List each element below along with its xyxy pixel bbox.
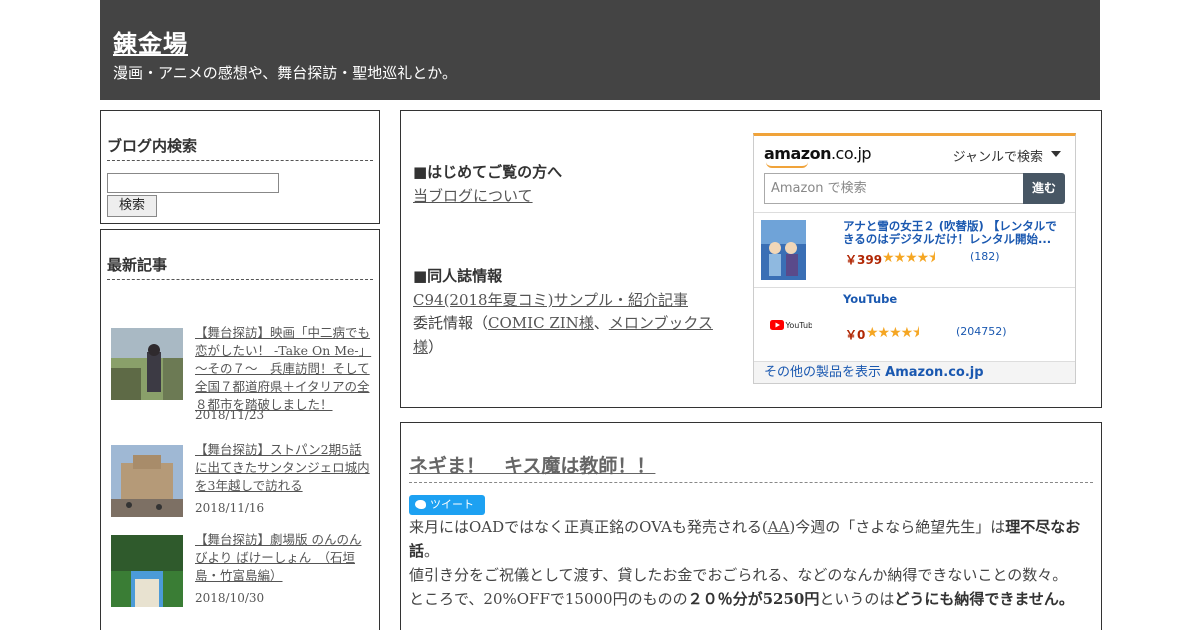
chevron-down-icon[interactable] [1051, 151, 1061, 157]
amazon-search-input[interactable]: Amazon で検索 [764, 173, 1024, 204]
aa-link[interactable]: AA [768, 518, 790, 536]
amazon-smile-icon [766, 162, 808, 168]
emphasis-text: ２０％分が5250円 [687, 590, 820, 608]
post-date: 2018/11/23 [195, 408, 265, 422]
article-paragraph: 値引き分をご祝儀として渡す、貸したお金でおごられる、などのなんか納得できないこと… [409, 566, 1068, 584]
amazon-more-products-link[interactable]: その他の製品を表示 Amazon.co.jp [754, 361, 1075, 383]
amazon-widget: amazon.co.jp ジャンルで検索 Amazon で検索 進む アナと雪の… [753, 133, 1076, 384]
consign-prefix: 委託情報（ [413, 314, 489, 332]
amazon-review-count[interactable]: (182) [970, 250, 1000, 263]
youtube-logo-icon[interactable]: YouTube [770, 320, 812, 330]
consign-suffix: ） [428, 338, 444, 356]
amazon-item-price: ￥399 [845, 253, 883, 267]
amazon-logo-suffix: .co.jp [830, 144, 872, 163]
blog-search-button[interactable]: 検索 [107, 195, 157, 217]
article-panel: ネギま！ キス魔は教師！！ ツイート 来月にはOADではなく正真正銘のOVAも発… [400, 422, 1102, 630]
rating-stars-icon: ★★★★⯨ [866, 325, 920, 341]
twitter-bird-icon [415, 500, 426, 509]
divider [754, 212, 1075, 213]
blog-search-widget: ブログ内検索 検索 [100, 110, 380, 224]
article-paragraph: 来月にはOADではなく正真正銘のOVAも発売される(AA)今週の「さよなら絶望先… [409, 515, 1095, 563]
post-thumbnail[interactable] [111, 535, 183, 607]
amazon-item-title[interactable]: YouTube [843, 293, 1065, 306]
site-header: 錬金場 漫画・アニメの感想や、舞台探訪・聖地巡礼とか。 [100, 0, 1100, 100]
frozen2-cover-icon[interactable] [761, 220, 806, 280]
amazon-item-price: ￥0 [845, 328, 866, 342]
post-date: 2018/10/30 [195, 591, 265, 605]
consign-separator: 、 [593, 314, 609, 332]
site-title[interactable]: 錬金場 [113, 24, 188, 59]
recent-posts-widget: 最新記事 【舞台探訪】映画「中二病でも恋がしたい！ -Take On Me-」～… [100, 229, 380, 630]
blog-search-input[interactable] [107, 173, 279, 193]
post-date: 2018/11/16 [195, 501, 265, 515]
about-blog-link[interactable]: 当ブログについて [413, 185, 533, 206]
rating-stars-icon: ★★★★⯨ [882, 250, 936, 266]
article-title[interactable]: ネギま！ キス魔は教師！！ [409, 451, 1093, 483]
first-visit-heading: ■はじめてご覧の方へ [413, 163, 563, 181]
divider [754, 287, 1075, 288]
text-segment: 。 [424, 542, 440, 560]
amazon-logo[interactable]: amazon.co.jp [764, 144, 872, 163]
amazon-logo-text: amazon [764, 144, 831, 163]
tweet-button[interactable]: ツイート [409, 495, 485, 515]
amazon-review-count[interactable]: (204752) [956, 325, 1007, 338]
amazon-item-title[interactable]: アナと雪の女王２ (吹替版) 【レンタルできるのはデジタルだけ！レンタル開始..… [843, 220, 1065, 246]
text-segment: というのは [819, 590, 895, 608]
amazon-search-button[interactable]: 進む [1023, 173, 1065, 204]
emphasis-text: どうにも納得できません。 [894, 590, 1074, 608]
tweet-label: ツイート [430, 498, 474, 511]
consignment-info: 委託情報（COMIC ZIN様、メロンブックス様） [413, 311, 733, 359]
article-body: 来月にはOADではなく正真正銘のOVAも発売される(AA)今週の「さよなら絶望先… [409, 515, 1095, 611]
site-description: 漫画・アニメの感想や、舞台探訪・聖地巡礼とか。 [113, 64, 457, 82]
doujin-heading: ■同人誌情報 [413, 267, 503, 285]
post-thumbnail[interactable] [111, 445, 183, 517]
info-panel: ■はじめてご覧の方へ 当ブログについて ■同人誌情報 C94(2018年夏コミ)… [400, 110, 1102, 408]
post-title-link[interactable]: 【舞台探訪】劇場版 のんのんびより ばけーしょん （石垣島・竹富島編） [195, 531, 373, 585]
svg-text:YouTube: YouTube [785, 321, 813, 330]
c94-sample-link[interactable]: C94(2018年夏コミ)サンプル・紹介記事 [413, 289, 688, 310]
text-segment: ところで、20%OFFで15000円のものの [409, 590, 688, 608]
post-title-link[interactable]: 【舞台探訪】映画「中二病でも恋がしたい！ -Take On Me-」～その７～ … [195, 324, 373, 414]
article-paragraph: ところで、20%OFFで15000円のものの２０％分が5250円というのはどうに… [409, 587, 1095, 611]
text-segment: )今週の「さよなら絶望先生」は [789, 518, 1006, 536]
genre-select[interactable]: ジャンルで検索 [953, 146, 1043, 165]
amazon-footer-brand: Amazon.co.jp [885, 365, 984, 380]
recent-posts-title: 最新記事 [107, 254, 373, 280]
amazon-footer-prefix: その他の製品を表示 [764, 365, 886, 380]
post-thumbnail[interactable] [111, 328, 183, 400]
search-widget-title: ブログ内検索 [107, 135, 373, 161]
post-title-link[interactable]: 【舞台探訪】ストパン2期5話に出てきたサンタンジェロ城内を3年越しで訪れる [195, 441, 373, 495]
text-segment: 来月にはOADではなく正真正銘のOVAも発売される( [409, 518, 768, 536]
comic-zin-link[interactable]: COMIC ZIN様 [488, 314, 594, 332]
